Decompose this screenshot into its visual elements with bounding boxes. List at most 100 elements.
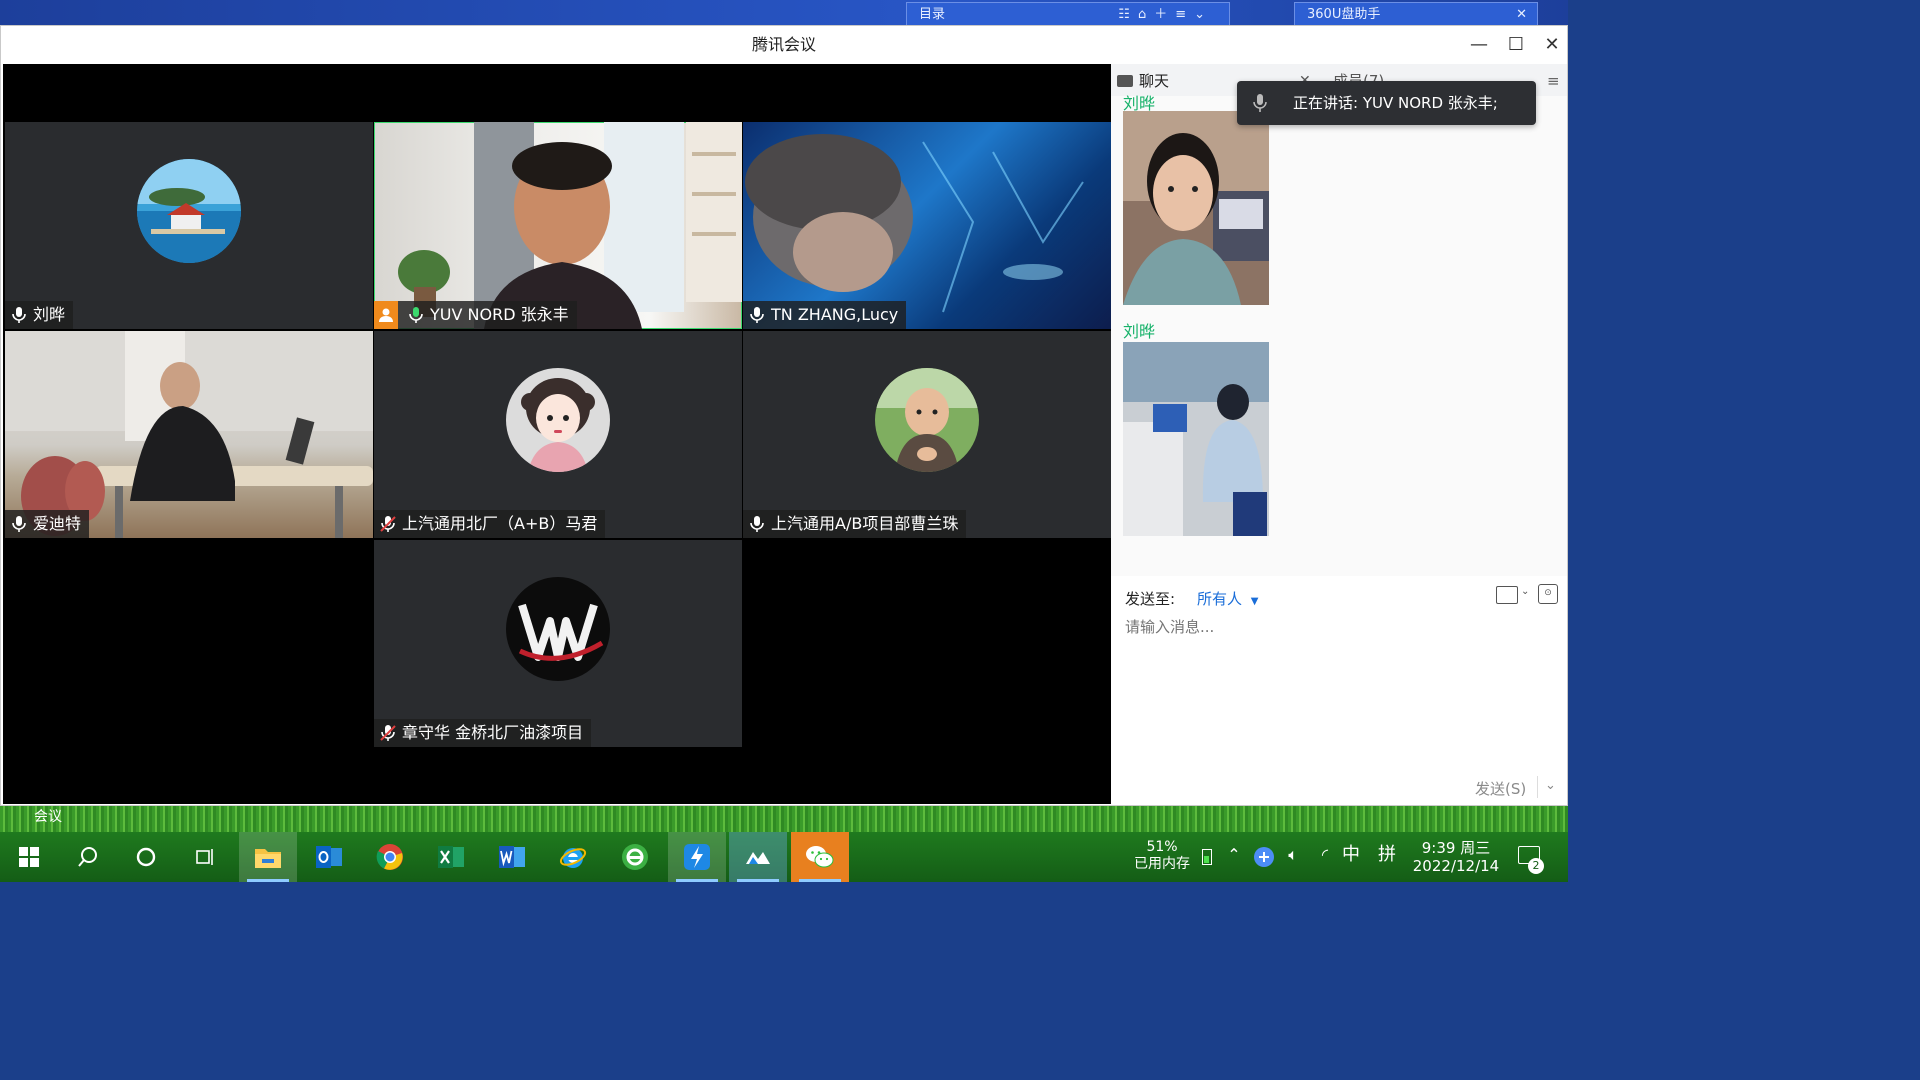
send-button[interactable]: 发送(S) — [1475, 778, 1526, 799]
file-explorer-icon[interactable] — [239, 832, 297, 882]
avatar — [875, 368, 979, 472]
close-button[interactable]: ✕ — [1538, 32, 1566, 58]
host-badge-icon — [374, 301, 398, 329]
participant-name: 上汽通用A/B项目部曹兰珠 — [771, 514, 959, 533]
background-window-title: 目录 — [919, 7, 946, 22]
participant-name: 章守华 金桥北厂油漆项目 — [402, 723, 584, 742]
caret-down-icon: ▼ — [1250, 596, 1259, 607]
outlook-icon[interactable] — [300, 832, 358, 882]
desktop-background: 目录 ☷⌂＋≡⌄ 360U盘助手 ✕ — [0, 0, 1568, 26]
folder-icon[interactable] — [1496, 586, 1518, 604]
show-hidden-icons-icon[interactable]: ⌃ — [1224, 846, 1244, 863]
avatar — [506, 368, 610, 472]
ime-language[interactable]: 中 — [1340, 846, 1362, 864]
video-stage: 刘晔 YUV NORD 张永丰 TN ZHANG,Lucy 爱迪特 上汽通用北厂… — [3, 64, 1111, 804]
avatar — [137, 159, 241, 263]
ime-mode[interactable]: 拼 — [1376, 846, 1398, 864]
meeting-window: 腾讯会议 — ☐ ✕ 刘晔 YUV NORD 张永丰 TN ZHANG,Lucy… — [0, 25, 1568, 806]
avatar — [506, 577, 610, 681]
folder-dropdown-icon[interactable]: ⌄ — [1521, 586, 1529, 597]
message-input[interactable] — [1123, 614, 1557, 640]
internet-explorer-icon[interactable] — [544, 832, 602, 882]
send-to-dropdown[interactable]: 所有人 ▼ — [1197, 588, 1259, 609]
clock-time: 9:39 周三 — [1421, 839, 1491, 857]
send-to-label: 发送至: — [1125, 590, 1176, 608]
microphone-icon — [12, 307, 26, 323]
video-tile-1[interactable]: 刘晔 — [5, 122, 373, 329]
participant-name: YUV NORD 张永丰 — [430, 305, 569, 324]
send-button-divider — [1537, 776, 1538, 798]
wrestling-logo-icon — [506, 577, 610, 681]
clock-date: 2022/12/14 — [1412, 857, 1500, 875]
participant-name-tag: 上汽通用A/B项目部曹兰珠 — [743, 510, 967, 538]
video-feed — [5, 331, 373, 538]
desktop-wallpaper — [0, 806, 1568, 834]
participant-name: 爱迪特 — [33, 514, 82, 533]
desktop-shortcut-label[interactable]: 会议 — [34, 806, 62, 826]
participant-name-tag: 爱迪特 — [5, 510, 90, 538]
background-window-close-icon[interactable]: ✕ — [1516, 3, 1527, 27]
microphone-icon — [750, 516, 764, 532]
chat-message-list[interactable]: 刘晔 刘晔 — [1111, 94, 1567, 576]
video-feed — [398, 122, 742, 329]
video-tile-7[interactable]: 章守华 金桥北厂油漆项目 — [374, 540, 742, 747]
battery-icon[interactable] — [1202, 849, 1212, 865]
network-app-icon[interactable] — [1254, 847, 1274, 867]
wifi-icon[interactable]: ◜ — [1314, 846, 1336, 863]
microphone-icon — [12, 516, 26, 532]
screenshot-icon[interactable]: ⊙ — [1538, 584, 1558, 604]
message-sender: 刘晔 — [1123, 322, 1156, 341]
notification-count-badge: 2 — [1528, 858, 1544, 874]
chat-panel: 聊天 …✕ 成员(7) ≡ 刘晔 — [1111, 64, 1567, 804]
thunder-download-icon[interactable] — [668, 832, 726, 882]
background-window-usb-helper[interactable]: 360U盘助手 ✕ — [1294, 2, 1538, 26]
memory-label: 已用内存 — [1134, 856, 1190, 872]
send-to-value: 所有人 — [1197, 590, 1243, 608]
participant-name: 刘晔 — [33, 305, 66, 324]
video-tile-3[interactable]: TN ZHANG,Lucy — [743, 122, 1111, 329]
memory-usage-widget[interactable]: 51% 已用内存 — [1128, 839, 1196, 873]
participant-name-tag: TN ZHANG,Lucy — [743, 301, 907, 329]
participant-name: 上汽通用北厂（A+B）马君 — [402, 514, 598, 533]
speaking-notice-text: 正在讲话: YUV NORD 张永丰; — [1293, 94, 1498, 112]
wechat-icon[interactable] — [791, 832, 849, 882]
background-window-usb-title: 360U盘助手 — [1307, 7, 1381, 22]
volume-icon[interactable]: 🔈︎ — [1282, 846, 1304, 863]
search-icon[interactable] — [59, 832, 117, 882]
window-title: 腾讯会议 — [751, 35, 816, 54]
tencent-meeting-icon[interactable] — [729, 832, 787, 882]
message-image[interactable] — [1123, 111, 1269, 305]
excel-icon[interactable] — [422, 832, 480, 882]
title-bar: 腾讯会议 — ☐ ✕ — [1, 26, 1567, 64]
taskbar: 51% 已用内存 ⌃ 🔈︎ ◜ 中 拼 9:39 周三 2022/12/14 2 — [0, 832, 1568, 882]
video-tile-4[interactable]: 爱迪特 — [5, 331, 373, 538]
panel-menu-icon[interactable]: ≡ — [1547, 64, 1560, 96]
memory-percent: 51% — [1146, 839, 1178, 855]
windows-start-icon[interactable] — [0, 832, 58, 882]
video-tile-5[interactable]: 上汽通用北厂（A+B）马君 — [374, 331, 742, 538]
video-tile-2[interactable]: YUV NORD 张永丰 — [374, 122, 742, 329]
message-composer: 发送至: 所有人 ▼ ⌄ ⊙ 发送(S) ⌄ — [1111, 576, 1567, 804]
maximize-button[interactable]: ☐ — [1502, 32, 1530, 58]
microphone-muted-icon — [380, 516, 396, 532]
360-browser-icon[interactable] — [606, 832, 664, 882]
chat-tab-label: 聊天 — [1139, 72, 1170, 90]
background-window-contents[interactable]: 目录 ☷⌂＋≡⌄ — [906, 2, 1230, 26]
participant-name: TN ZHANG,Lucy — [771, 305, 899, 324]
message-image[interactable] — [1123, 342, 1269, 536]
cortana-icon[interactable] — [117, 832, 175, 882]
minimize-button[interactable]: — — [1465, 32, 1493, 58]
microphone-icon — [750, 307, 764, 323]
video-tile-6[interactable]: 上汽通用A/B项目部曹兰珠 — [743, 331, 1111, 538]
microphone-icon — [1253, 94, 1267, 112]
background-window-toolbar-icons: ☷⌂＋≡⌄ — [1118, 7, 1213, 22]
clock[interactable]: 9:39 周三 2022/12/14 — [1406, 839, 1506, 875]
participant-name-tag: 上汽通用北厂（A+B）马君 — [374, 510, 606, 538]
send-options-icon[interactable]: ⌄ — [1545, 778, 1556, 793]
participant-name-tag: 章守华 金桥北厂油漆项目 — [374, 719, 592, 747]
participant-name-tag: 刘晔 — [5, 301, 74, 329]
task-view-icon[interactable] — [176, 832, 234, 882]
microphone-muted-icon — [380, 725, 396, 741]
chrome-icon[interactable] — [361, 832, 419, 882]
word-icon[interactable] — [483, 832, 541, 882]
